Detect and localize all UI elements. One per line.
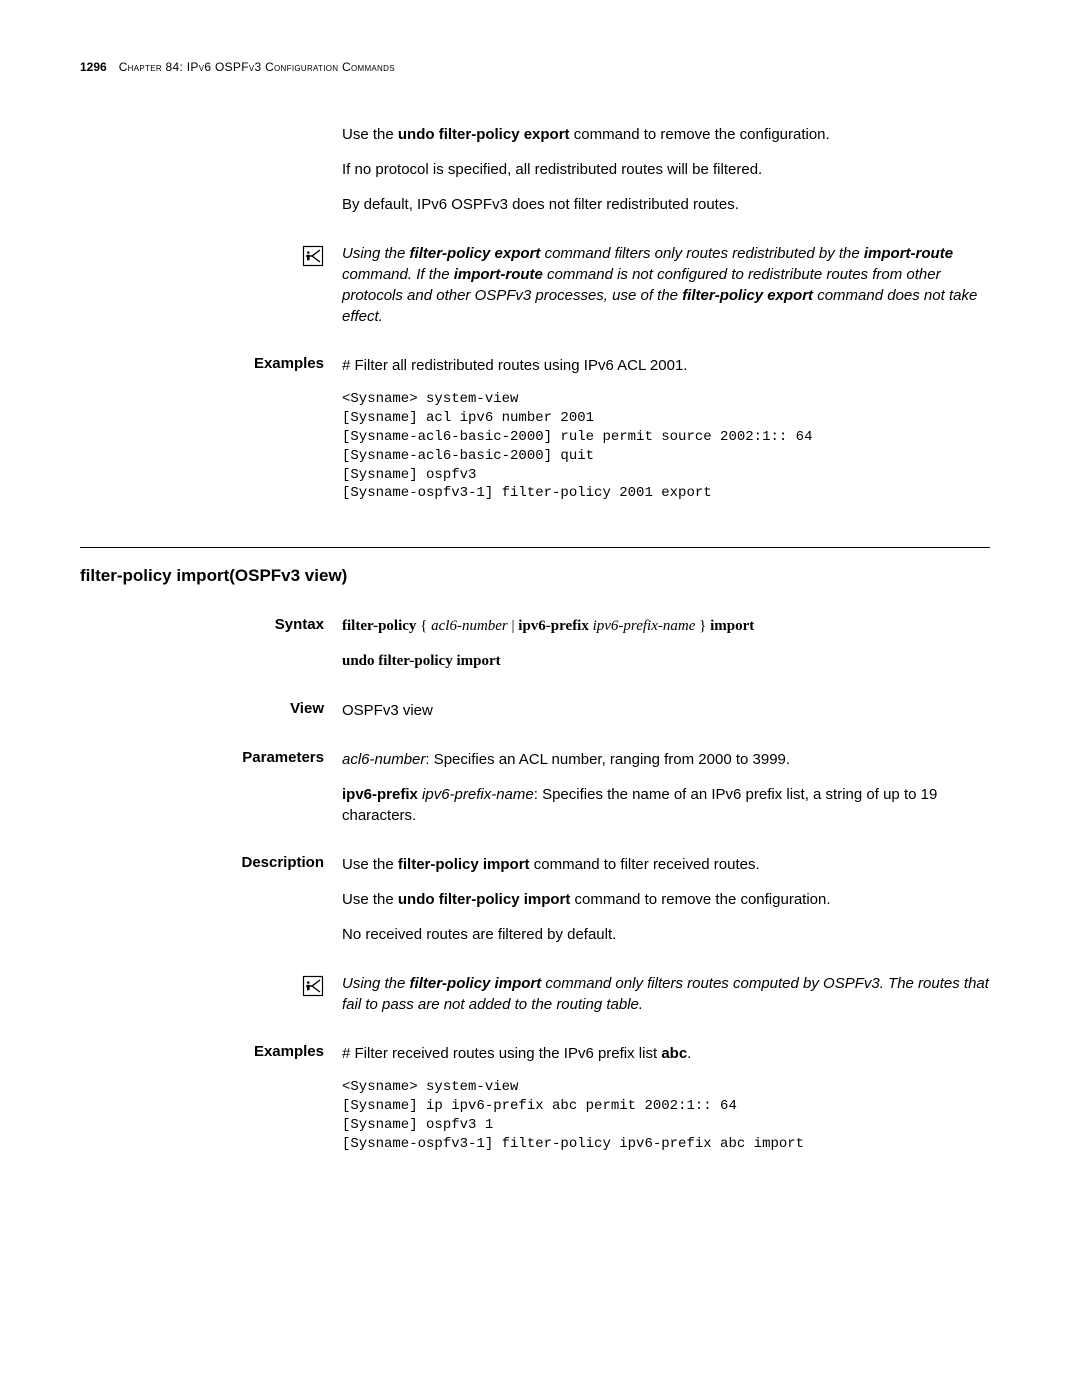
note-cmd: filter-policy export <box>410 245 541 262</box>
description-content: Use the filter-policy import command to … <box>342 854 990 959</box>
examples-intro: . <box>687 1045 691 1062</box>
param-name: ipv6-prefix <box>342 786 418 803</box>
desc-text: Use the <box>342 126 398 143</box>
note-cmd: filter-policy import <box>410 975 542 992</box>
chapter-title: Chapter 84: IPv6 OSPFv3 Configuration Co… <box>119 60 395 74</box>
desc-text: command to remove the configuration. <box>570 891 830 908</box>
info-icon-col <box>80 243 342 341</box>
note-cmd: import-route <box>454 266 543 283</box>
parameters-label: Parameters <box>80 749 342 840</box>
syntax-keyword: import <box>710 618 754 634</box>
code-block: <Sysname> system-view [Sysname] acl ipv6… <box>342 390 990 503</box>
info-icon-col <box>80 973 342 1029</box>
desc-text: Use the <box>342 891 398 908</box>
param-arg: ipv6-prefix-name <box>422 786 534 803</box>
desc-text: If no protocol is specified, all redistr… <box>342 159 990 180</box>
desc-cmd: undo filter-policy export <box>398 126 570 143</box>
note-text: Using the <box>342 975 410 992</box>
desc-text: command to remove the configuration. <box>570 126 830 143</box>
note-cmd: import-route <box>864 245 953 262</box>
param-name: acl6-number <box>342 751 425 768</box>
description-continuation: Use the undo filter-policy export comman… <box>342 124 990 229</box>
syntax-undo: undo filter-policy import <box>342 653 501 669</box>
param-desc: : Specifies an ACL number, ranging from … <box>425 751 790 768</box>
section-title: filter-policy import(OSPFv3 view) <box>80 566 990 586</box>
section-divider <box>80 547 990 548</box>
page-header: 1296 Chapter 84: IPv6 OSPFv3 Configurati… <box>80 60 990 74</box>
parameters-content: acl6-number: Specifies an ACL number, ra… <box>342 749 990 840</box>
info-icon <box>302 975 324 997</box>
empty-label <box>80 124 342 229</box>
description-label: Description <box>80 854 342 959</box>
syntax-keyword: ipv6-prefix <box>518 618 589 634</box>
view-content: OSPFv3 view <box>342 700 990 735</box>
examples-arg: abc <box>661 1045 687 1062</box>
desc-cmd: filter-policy import <box>398 856 530 873</box>
info-note: Using the filter-policy export command f… <box>342 243 990 341</box>
desc-text: By default, IPv6 OSPFv3 does not filter … <box>342 194 990 215</box>
examples-label: Examples <box>80 1043 342 1168</box>
examples-label: Examples <box>80 355 342 517</box>
syntax-brace: { <box>416 618 431 634</box>
syntax-content: filter-policy { acl6-number | ipv6-prefi… <box>342 616 990 686</box>
syntax-arg: ipv6-prefix-name <box>593 618 696 634</box>
syntax-arg: acl6-number <box>431 618 508 634</box>
syntax-pipe: | <box>508 618 519 634</box>
view-text: OSPFv3 view <box>342 700 990 721</box>
desc-cmd: undo filter-policy import <box>398 891 571 908</box>
examples-content: # Filter received routes using the IPv6 … <box>342 1043 990 1168</box>
note-cmd: filter-policy export <box>682 287 813 304</box>
syntax-keyword: filter-policy <box>342 618 416 634</box>
info-note: Using the filter-policy import command o… <box>342 973 990 1029</box>
desc-text: command to filter received routes. <box>530 856 760 873</box>
desc-text: No received routes are filtered by defau… <box>342 924 990 945</box>
page-number: 1296 <box>80 60 107 74</box>
examples-intro: # Filter all redistributed routes using … <box>342 355 990 376</box>
syntax-brace: } <box>695 618 710 634</box>
syntax-label: Syntax <box>80 616 342 686</box>
note-text: command filters only routes redistribute… <box>540 245 863 262</box>
code-block: <Sysname> system-view [Sysname] ip ipv6-… <box>342 1078 990 1154</box>
info-icon <box>302 245 324 267</box>
desc-text: Use the <box>342 856 398 873</box>
note-text: command. If the <box>342 266 454 283</box>
examples-content: # Filter all redistributed routes using … <box>342 355 990 517</box>
view-label: View <box>80 700 342 735</box>
note-text: Using the <box>342 245 410 262</box>
examples-intro: # Filter received routes using the IPv6 … <box>342 1045 661 1062</box>
